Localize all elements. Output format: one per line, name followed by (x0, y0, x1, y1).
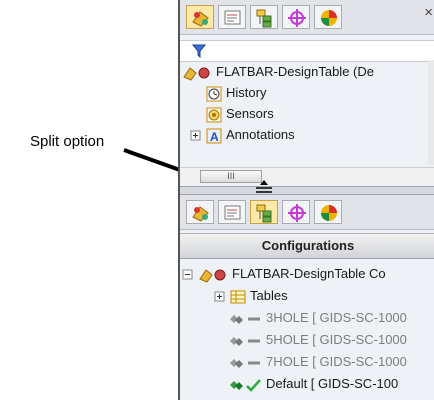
tree-item-label: FLATBAR-DesignTable (De (216, 64, 374, 79)
tree-item-label: History (226, 85, 267, 100)
sensors-icon (206, 107, 222, 123)
tree-item-config-3hole[interactable]: 3HOLE [ GIDS-SC-1000 (228, 308, 407, 328)
feature-manager-tab[interactable] (186, 200, 214, 224)
tree-item-label: 7HOLE [ GIDS-SC-1000 (266, 354, 407, 369)
config-active-icon (230, 378, 261, 392)
svg-text:A: A (210, 130, 219, 144)
split-bar[interactable] (180, 180, 434, 202)
close-icon[interactable]: × (424, 4, 433, 21)
filter-icon[interactable] (192, 44, 206, 58)
tree-item-label: Annotations (226, 127, 295, 142)
bottom-tab-strip (180, 195, 434, 230)
configurations-header: Configurations (180, 233, 434, 259)
tree-item-label: FLATBAR-DesignTable Co (232, 266, 386, 281)
tree-item-config-7hole[interactable]: 7HOLE [ GIDS-SC-1000 (228, 352, 407, 372)
part-icon (199, 268, 226, 283)
feature-manager-tab[interactable] (186, 5, 214, 29)
tree-item-label: Tables (250, 288, 288, 303)
tree-item-annotations[interactable]: A Annotations (190, 125, 295, 145)
property-manager-tab[interactable] (218, 200, 246, 224)
history-icon (206, 86, 222, 102)
tree-item-label: Sensors (226, 106, 274, 121)
feature-manager-panel: × FLATBAR-DesignTable (De History Sensor… (178, 0, 434, 400)
tree-item-label: 5HOLE [ GIDS-SC-1000 (266, 332, 407, 347)
top-tab-strip: × (180, 0, 434, 35)
property-manager-tab[interactable] (218, 5, 246, 29)
tree-item-part-root[interactable]: FLATBAR-DesignTable Co (182, 264, 386, 284)
tree-item-history[interactable]: History (206, 83, 266, 103)
tables-icon (230, 290, 246, 304)
configuration-manager-tab[interactable] (250, 5, 278, 29)
display-manager-tab[interactable] (314, 200, 342, 224)
tree-item-tables[interactable]: Tables (214, 286, 288, 306)
expand-icon[interactable] (190, 128, 202, 144)
config-icon (230, 358, 260, 368)
tree-item-part-root[interactable]: FLATBAR-DesignTable (De (182, 62, 374, 82)
horizontal-scrollbar[interactable]: III (180, 167, 434, 184)
annotations-icon: A (206, 128, 222, 144)
vertical-scrollbar[interactable] (428, 60, 434, 165)
config-icon (230, 336, 260, 346)
tree-item-label: 3HOLE [ GIDS-SC-1000 (266, 310, 407, 325)
expand-icon[interactable] (214, 289, 226, 305)
tree-item-label: Default [ GIDS-SC-100 (266, 376, 399, 391)
tree-item-config-default[interactable]: Default [ GIDS-SC-100 (228, 374, 398, 394)
part-icon (183, 66, 210, 81)
tree-item-config-5hole[interactable]: 5HOLE [ GIDS-SC-1000 (228, 330, 407, 350)
display-manager-tab[interactable] (314, 5, 342, 29)
configuration-manager-tab[interactable] (250, 200, 278, 224)
dimxpert-tab[interactable] (282, 5, 310, 29)
collapse-icon[interactable] (182, 267, 194, 283)
dimxpert-tab[interactable] (282, 200, 310, 224)
scrollbar-thumb[interactable]: III (200, 170, 262, 183)
tree-item-sensors[interactable]: Sensors (206, 104, 274, 124)
config-icon (230, 314, 260, 324)
filter-bar[interactable] (180, 40, 434, 62)
